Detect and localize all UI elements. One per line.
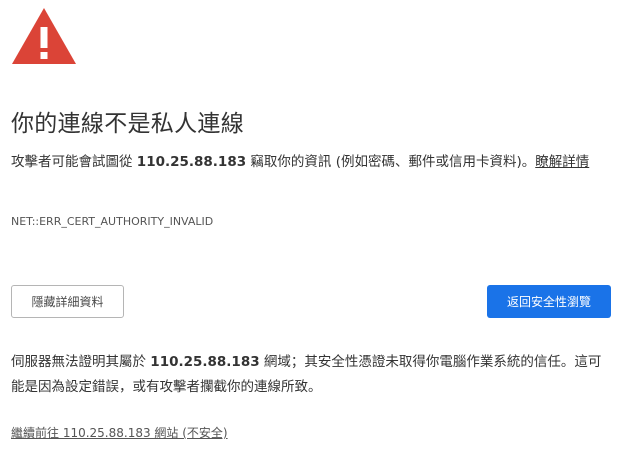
error-code: NET::ERR_CERT_AUTHORITY_INVALID xyxy=(11,215,214,228)
proceed-unsafe-link[interactable]: 繼續前往 110.25.88.183 網站 (不安全) xyxy=(11,424,228,441)
hide-details-button[interactable]: 隱藏詳細資料 xyxy=(11,285,124,318)
details-message: 伺服器無法證明其屬於 110.25.88.183 網域；其安全性憑證未取得你電腦… xyxy=(11,350,606,400)
message-text: 攻擊者可能會試圖從 xyxy=(11,154,137,170)
details-host-name: 110.25.88.183 xyxy=(150,354,260,370)
main-message: 攻擊者可能會試圖從 110.25.88.183 竊取你的資訊 (例如密碼、郵件或… xyxy=(11,150,619,175)
warning-triangle-icon xyxy=(12,8,76,64)
host-name: 110.25.88.183 xyxy=(136,154,247,170)
back-to-safety-button[interactable]: 返回安全性瀏覽 xyxy=(487,285,611,318)
details-text: 伺服器無法證明其屬於 xyxy=(11,354,151,370)
interstitial-page: 你的連線不是私人連線 攻擊者可能會試圖從 110.25.88.183 竊取你的資… xyxy=(0,0,629,455)
main-heading: 你的連線不是私人連線 xyxy=(11,111,244,137)
message-text-continued: 竊取你的資訊 (例如密碼、郵件或信用卡資料)。 xyxy=(246,154,536,170)
learn-more-link[interactable]: 瞭解詳情 xyxy=(535,154,589,170)
